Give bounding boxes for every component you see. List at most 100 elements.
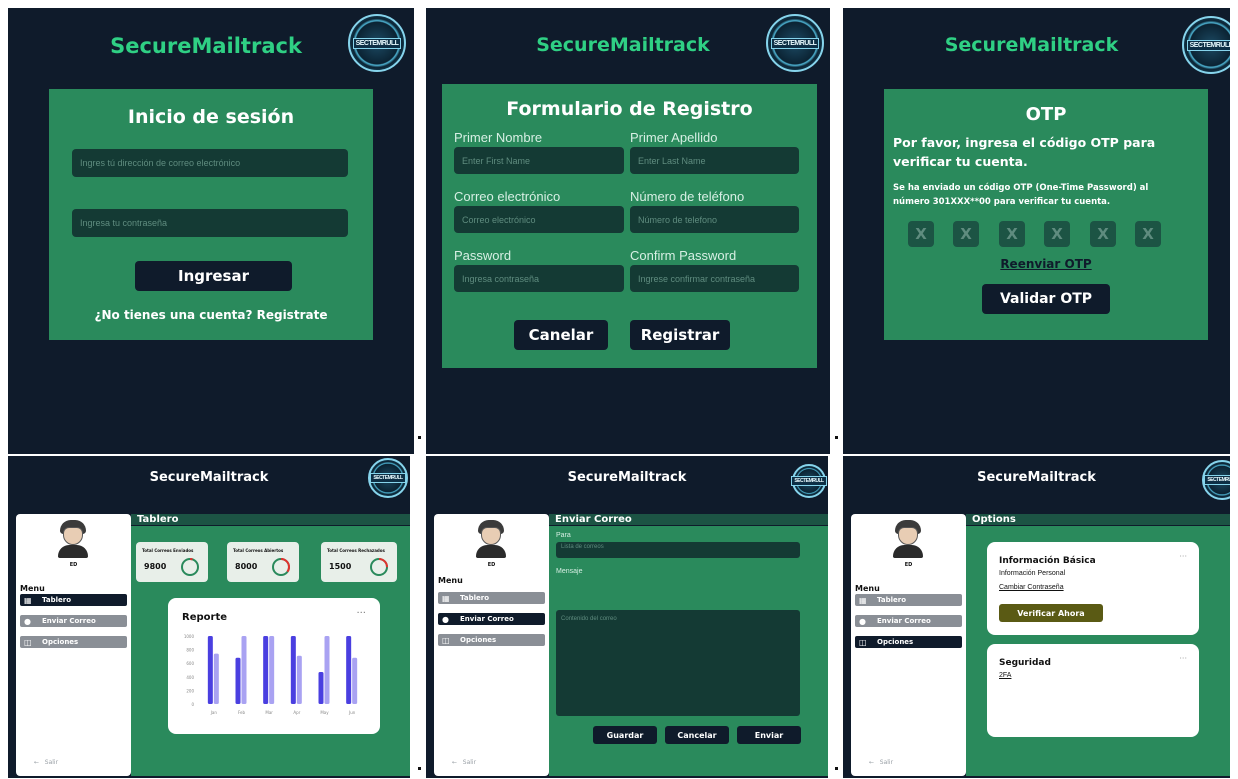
user-initials: ED xyxy=(487,562,496,568)
register-title: Formulario de Registro xyxy=(506,98,753,120)
x-tick-label: Feb xyxy=(238,710,246,715)
dashboard-main: Tablero Total Correos Enviados 9800 Tota… xyxy=(131,514,410,776)
cancel-button[interactable]: Cancelar xyxy=(665,726,729,744)
save-button[interactable]: Guardar xyxy=(593,726,657,744)
brand-title: SecureMailtrack xyxy=(149,470,269,485)
register-link[interactable]: ¿No tienes una cuenta? Registrate xyxy=(49,308,373,322)
cancel-button[interactable]: Canelar xyxy=(514,320,608,350)
brand-seal: SECTEMRULL xyxy=(766,14,824,72)
otp-digit-input[interactable]: X xyxy=(1090,221,1116,247)
bar-feb-series-2 xyxy=(241,636,247,704)
sidebar-item-tablero[interactable]: ▦ Tablero xyxy=(855,594,962,606)
sidebar-item-enviar-correo[interactable]: ● Enviar Correo xyxy=(855,615,962,627)
resend-otp-link[interactable]: Reenviar OTP xyxy=(884,257,1208,271)
x-tick-label: Mar xyxy=(265,710,273,715)
send-mail-main: Enviar Correo Para Lista de correos Mens… xyxy=(549,514,828,776)
first-name-input[interactable]: Enter First Name xyxy=(454,147,624,174)
mic-icon: ● xyxy=(24,616,31,626)
email-label: Correo electrónico xyxy=(454,189,561,204)
login-screen: SecureMailtrack SECTEMRULL Inicio de ses… xyxy=(8,8,414,454)
separator-dot xyxy=(835,767,838,770)
x-tick-label: Jan xyxy=(210,710,218,715)
validate-otp-button[interactable]: Validar OTP xyxy=(982,284,1110,314)
bar-apr-series-1 xyxy=(290,636,296,704)
sidebar-item-opciones[interactable]: ◫ Opciones xyxy=(20,636,127,648)
basic-info-title: Información Básica xyxy=(999,556,1096,566)
brand-title: SecureMailtrack xyxy=(977,470,1096,485)
grid-icon: ▦ xyxy=(24,595,32,605)
sidebar-item-tablero[interactable]: ▦ Tablero xyxy=(20,594,127,606)
brand-seal: SECTEMRULL xyxy=(1202,460,1230,500)
to-input[interactable]: Lista de correos xyxy=(556,542,800,558)
bar-may-series-1 xyxy=(318,672,324,704)
password-input[interactable]: Ingresa tu contraseña xyxy=(72,209,348,237)
menu-title: Menu xyxy=(855,584,880,593)
sidebar-item-enviar-correo[interactable]: ● Enviar Correo xyxy=(20,615,127,627)
logout-link[interactable]: ← Salir xyxy=(452,759,476,766)
settings-icon: ◫ xyxy=(859,637,867,647)
progress-ring xyxy=(181,558,199,576)
confirm-password-input[interactable]: Ingrese confirmar contraseña xyxy=(630,265,799,292)
login-card: Inicio de sesión Ingres tú dirección de … xyxy=(49,89,373,340)
user-initials: ED xyxy=(69,562,78,568)
password-input[interactable]: Ingresa contraseña xyxy=(454,265,624,292)
user-avatar xyxy=(58,520,88,560)
otp-card: OTP Por favor, ingresa el código OTP par… xyxy=(884,89,1208,340)
register-card: Formulario de Registro Primer Nombre Ent… xyxy=(442,84,817,368)
confirm-password-label: Confirm Password xyxy=(630,248,737,263)
to-label: Para xyxy=(556,532,571,539)
arrow-left-icon: ← xyxy=(452,759,458,766)
y-tick-label: 200 xyxy=(186,688,194,693)
sidebar: ED Menu ▦ Tablero ● Enviar Correo ◫ Opcione… xyxy=(434,514,549,776)
y-tick-label: 600 xyxy=(186,661,194,666)
settings-icon: ◫ xyxy=(442,635,450,645)
y-tick-label: 400 xyxy=(186,675,194,680)
more-options-icon[interactable]: ··· xyxy=(356,608,366,619)
otp-digit-input[interactable]: X xyxy=(1044,221,1070,247)
brand-seal: SECTEMRULL xyxy=(368,458,408,498)
sidebar-item-tablero[interactable]: ▦ Tablero xyxy=(438,592,545,604)
bar-may-series-2 xyxy=(324,636,330,704)
email-input[interactable]: Ingres tú dirección de correo electrónic… xyxy=(72,149,348,177)
bar-jan-series-2 xyxy=(213,653,219,704)
otp-code-inputs: X X X X X X xyxy=(908,221,1188,249)
separator-dot xyxy=(418,436,421,439)
message-textarea[interactable]: Contenido del correo xyxy=(556,610,800,716)
bar-feb-series-1 xyxy=(235,657,241,704)
otp-digit-input[interactable]: X xyxy=(908,221,934,247)
register-button[interactable]: Registrar xyxy=(630,320,730,350)
y-tick-label: 1000 xyxy=(184,634,195,639)
send-button[interactable]: Enviar xyxy=(737,726,801,744)
more-options-icon[interactable]: ··· xyxy=(1179,552,1187,561)
verify-now-button[interactable]: Verificar Ahora xyxy=(999,604,1103,622)
otp-instruction: Por favor, ingresa el código OTP para ve… xyxy=(893,135,1156,169)
logout-link[interactable]: ← Salir xyxy=(34,759,58,766)
bar-apr-series-2 xyxy=(296,655,302,704)
otp-digit-input[interactable]: X xyxy=(953,221,979,247)
security-title: Seguridad xyxy=(999,658,1051,668)
sidebar-item-opciones[interactable]: ◫ Opciones xyxy=(438,634,545,646)
message-label: Mensaje xyxy=(556,568,583,575)
options-main: Options Información Básica ··· Informaci… xyxy=(966,514,1230,776)
report-card: Reporte ··· 1000 800 600 400 200 0 Jan Feb Mar Ap… xyxy=(168,598,380,734)
otp-digit-input[interactable]: X xyxy=(1135,221,1161,247)
phone-input[interactable]: Número de telefono xyxy=(630,206,799,233)
register-screen: SecureMailtrack SECTEMRULL Formulario de… xyxy=(426,8,830,454)
stat-card-rejected: Total Correos Rechazados 1500 xyxy=(321,542,397,582)
bar-jan-series-1 xyxy=(207,636,213,704)
password-label: Password xyxy=(454,248,512,263)
user-initials: ED xyxy=(904,562,913,568)
email-input[interactable]: Correo electrónico xyxy=(454,206,624,233)
page-title: Options xyxy=(966,514,1230,526)
sidebar-item-enviar-correo[interactable]: ● Enviar Correo xyxy=(438,613,545,625)
login-button[interactable]: Ingresar xyxy=(135,261,292,291)
last-name-input[interactable]: Enter Last Name xyxy=(630,147,799,174)
more-options-icon[interactable]: ··· xyxy=(1179,654,1187,663)
two-factor-link[interactable]: 2FA xyxy=(999,672,1011,679)
otp-digit-input[interactable]: X xyxy=(999,221,1025,247)
personal-info-link[interactable]: Información Personal xyxy=(999,570,1065,577)
otp-info: Se ha enviado un código OTP (One-Time Pa… xyxy=(893,183,1149,207)
logout-link[interactable]: ← Salir xyxy=(869,759,893,766)
sidebar-item-opciones[interactable]: ◫ Opciones xyxy=(855,636,962,648)
change-password-link[interactable]: Cambiar Contraseña xyxy=(999,584,1064,591)
